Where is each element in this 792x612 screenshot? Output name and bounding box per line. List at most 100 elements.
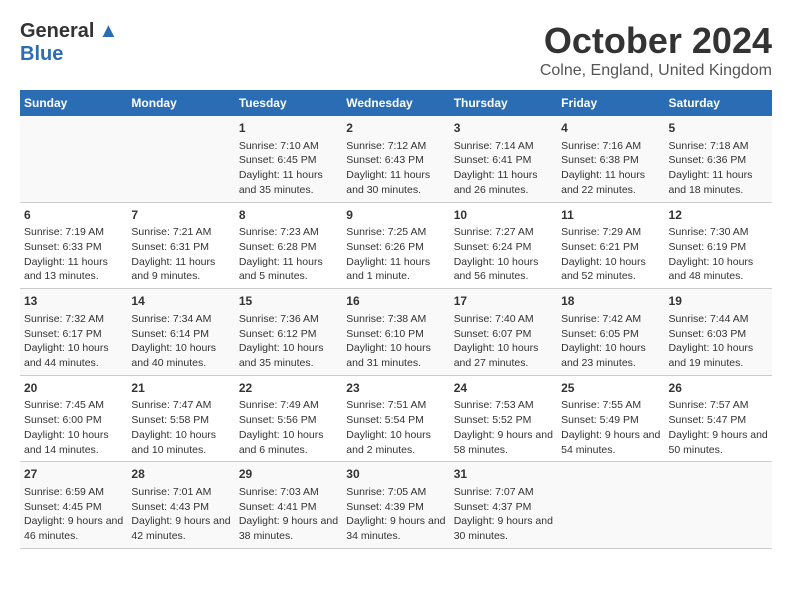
calendar-cell: 3 Sunrise: 7:14 AM Sunset: 6:41 PM Dayli… [450,116,557,202]
calendar-cell [127,116,234,202]
sunset-text: Sunset: 6:10 PM [346,328,424,340]
sunset-text: Sunset: 6:07 PM [454,328,532,340]
sunrise-text: Sunrise: 7:49 AM [239,399,319,411]
day-number: 6 [24,207,123,224]
day-number: 28 [131,466,230,483]
calendar-cell: 10 Sunrise: 7:27 AM Sunset: 6:24 PM Dayl… [450,202,557,289]
col-sunday: Sunday [20,90,127,116]
day-number: 19 [669,293,768,310]
calendar-cell [557,462,664,549]
logo-bird-icon: ▲ [98,20,118,43]
calendar-cell: 20 Sunrise: 7:45 AM Sunset: 6:00 PM Dayl… [20,375,127,462]
calendar-cell: 2 Sunrise: 7:12 AM Sunset: 6:43 PM Dayli… [342,116,449,202]
sunrise-text: Sunrise: 7:19 AM [24,226,104,238]
daylight-text: Daylight: 10 hours and 44 minutes. [24,342,109,369]
sunset-text: Sunset: 4:41 PM [239,501,317,513]
calendar-cell: 31 Sunrise: 7:07 AM Sunset: 4:37 PM Dayl… [450,462,557,549]
sunrise-text: Sunrise: 7:29 AM [561,226,641,238]
logo-general-text: General [20,20,94,43]
daylight-text: Daylight: 10 hours and 2 minutes. [346,429,431,456]
sunrise-text: Sunrise: 7:57 AM [669,399,749,411]
sunrise-text: Sunrise: 7:21 AM [131,226,211,238]
calendar-week-row: 27 Sunrise: 6:59 AM Sunset: 4:45 PM Dayl… [20,462,772,549]
sunset-text: Sunset: 6:17 PM [24,328,102,340]
daylight-text: Daylight: 11 hours and 9 minutes. [131,256,215,283]
sunset-text: Sunset: 5:49 PM [561,414,639,426]
day-number: 14 [131,293,230,310]
calendar-cell [665,462,772,549]
calendar-cell: 16 Sunrise: 7:38 AM Sunset: 6:10 PM Dayl… [342,289,449,376]
sunrise-text: Sunrise: 7:44 AM [669,313,749,325]
day-number: 17 [454,293,553,310]
day-number: 22 [239,380,338,397]
col-saturday: Saturday [665,90,772,116]
calendar-week-row: 6 Sunrise: 7:19 AM Sunset: 6:33 PM Dayli… [20,202,772,289]
sunrise-text: Sunrise: 7:45 AM [24,399,104,411]
day-number: 3 [454,120,553,137]
day-number: 10 [454,207,553,224]
sunrise-text: Sunrise: 7:01 AM [131,486,211,498]
calendar-cell: 4 Sunrise: 7:16 AM Sunset: 6:38 PM Dayli… [557,116,664,202]
header: General ▲ Blue October 2024 Colne, Engla… [20,20,772,80]
day-number: 21 [131,380,230,397]
day-number: 26 [669,380,768,397]
calendar-cell: 19 Sunrise: 7:44 AM Sunset: 6:03 PM Dayl… [665,289,772,376]
day-number: 7 [131,207,230,224]
sunrise-text: Sunrise: 7:18 AM [669,140,749,152]
daylight-text: Daylight: 10 hours and 56 minutes. [454,256,539,283]
daylight-text: Daylight: 9 hours and 30 minutes. [454,515,553,542]
sunrise-text: Sunrise: 7:27 AM [454,226,534,238]
sunrise-text: Sunrise: 7:07 AM [454,486,534,498]
calendar-cell: 17 Sunrise: 7:40 AM Sunset: 6:07 PM Dayl… [450,289,557,376]
col-tuesday: Tuesday [235,90,342,116]
sunrise-text: Sunrise: 7:14 AM [454,140,534,152]
day-number: 13 [24,293,123,310]
sunrise-text: Sunrise: 7:30 AM [669,226,749,238]
sunrise-text: Sunrise: 7:47 AM [131,399,211,411]
month-title: October 2024 [540,20,772,62]
col-monday: Monday [127,90,234,116]
sunrise-text: Sunrise: 7:16 AM [561,140,641,152]
sunset-text: Sunset: 5:56 PM [239,414,317,426]
sunrise-text: Sunrise: 7:51 AM [346,399,426,411]
sunset-text: Sunset: 5:58 PM [131,414,209,426]
sunset-text: Sunset: 6:03 PM [669,328,747,340]
sunset-text: Sunset: 6:00 PM [24,414,102,426]
calendar-cell: 26 Sunrise: 7:57 AM Sunset: 5:47 PM Dayl… [665,375,772,462]
day-number: 4 [561,120,660,137]
calendar-cell: 25 Sunrise: 7:55 AM Sunset: 5:49 PM Dayl… [557,375,664,462]
sunset-text: Sunset: 6:12 PM [239,328,317,340]
col-friday: Friday [557,90,664,116]
sunrise-text: Sunrise: 6:59 AM [24,486,104,498]
calendar-cell: 28 Sunrise: 7:01 AM Sunset: 4:43 PM Dayl… [127,462,234,549]
daylight-text: Daylight: 11 hours and 1 minute. [346,256,430,283]
day-number: 11 [561,207,660,224]
calendar-week-row: 1 Sunrise: 7:10 AM Sunset: 6:45 PM Dayli… [20,116,772,202]
daylight-text: Daylight: 10 hours and 52 minutes. [561,256,646,283]
title-section: October 2024 Colne, England, United King… [540,20,772,80]
sunset-text: Sunset: 6:19 PM [669,241,747,253]
sunset-text: Sunset: 6:36 PM [669,154,747,166]
daylight-text: Daylight: 11 hours and 35 minutes. [239,169,323,196]
calendar-cell: 11 Sunrise: 7:29 AM Sunset: 6:21 PM Dayl… [557,202,664,289]
sunrise-text: Sunrise: 7:53 AM [454,399,534,411]
sunset-text: Sunset: 6:21 PM [561,241,639,253]
sunset-text: Sunset: 6:33 PM [24,241,102,253]
day-number: 30 [346,466,445,483]
day-number: 23 [346,380,445,397]
sunset-text: Sunset: 6:26 PM [346,241,424,253]
logo-blue-text: Blue [20,43,63,65]
sunrise-text: Sunrise: 7:40 AM [454,313,534,325]
daylight-text: Daylight: 9 hours and 58 minutes. [454,429,553,456]
calendar-week-row: 20 Sunrise: 7:45 AM Sunset: 6:00 PM Dayl… [20,375,772,462]
sunrise-text: Sunrise: 7:25 AM [346,226,426,238]
sunrise-text: Sunrise: 7:12 AM [346,140,426,152]
daylight-text: Daylight: 11 hours and 30 minutes. [346,169,430,196]
day-number: 24 [454,380,553,397]
calendar-cell: 9 Sunrise: 7:25 AM Sunset: 6:26 PM Dayli… [342,202,449,289]
calendar-cell: 14 Sunrise: 7:34 AM Sunset: 6:14 PM Dayl… [127,289,234,376]
sunset-text: Sunset: 5:54 PM [346,414,424,426]
daylight-text: Daylight: 9 hours and 42 minutes. [131,515,230,542]
sunset-text: Sunset: 4:45 PM [24,501,102,513]
location-title: Colne, England, United Kingdom [540,62,772,80]
